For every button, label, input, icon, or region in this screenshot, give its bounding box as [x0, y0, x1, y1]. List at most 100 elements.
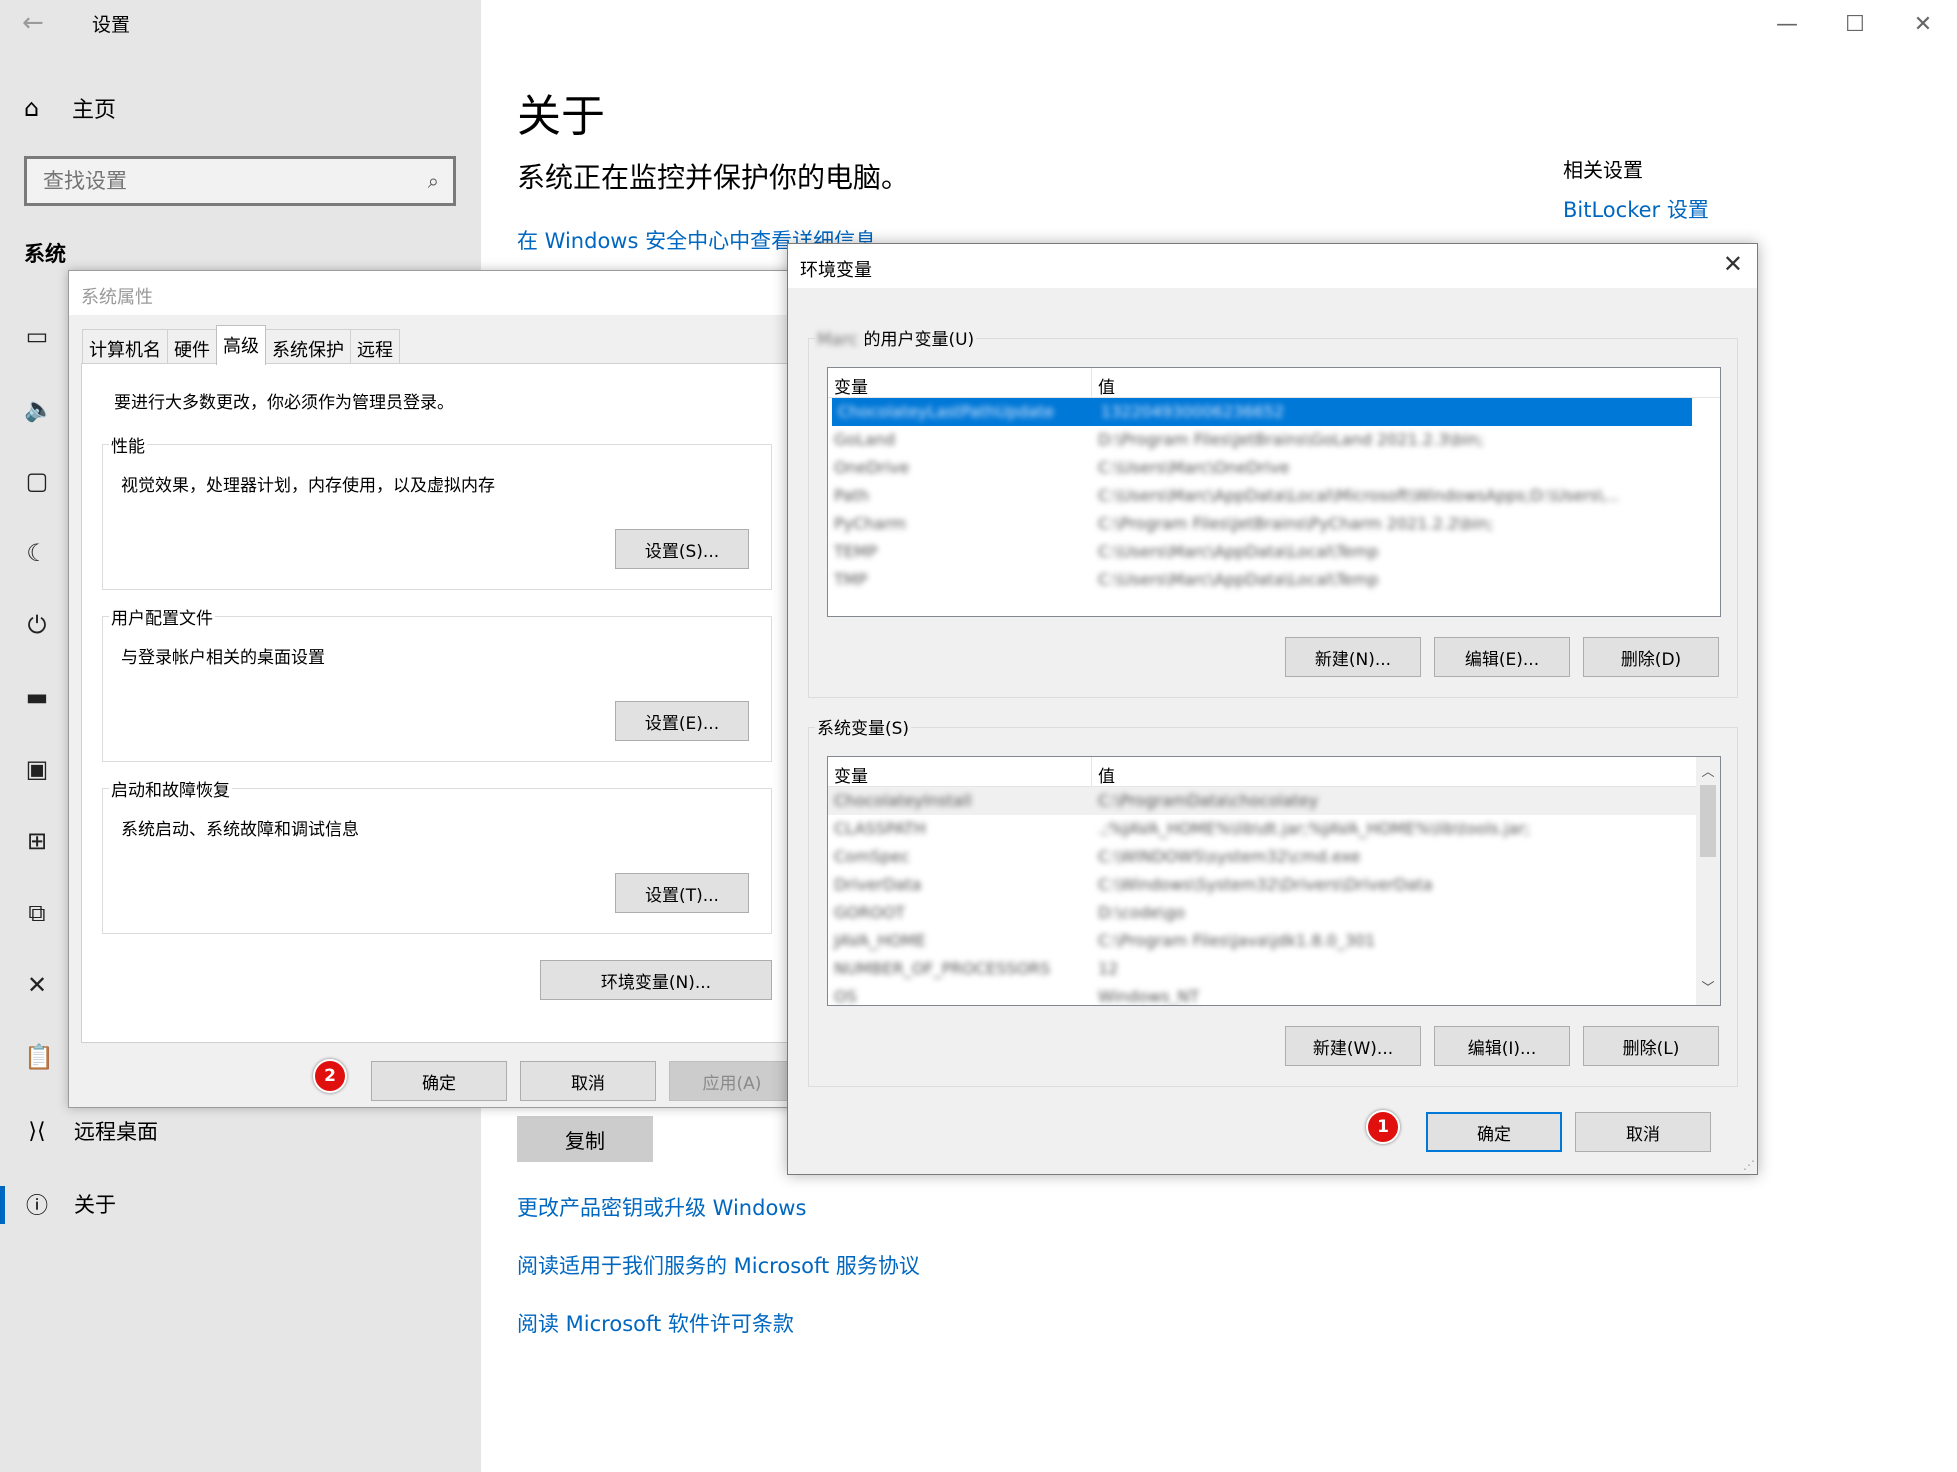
system-vars-scrollbar[interactable]: ︿ ﹀ — [1696, 757, 1720, 1005]
var-value: C:\WINDOWS\system32\cmd.exe — [1098, 847, 1361, 866]
col-value[interactable]: 值 — [1092, 757, 1121, 787]
list-item[interactable]: Path C:\Users\Marc\AppData\Local\Microsof… — [828, 482, 1720, 510]
search-input[interactable] — [41, 168, 428, 194]
clipboard-icon[interactable]: 📋 — [24, 1044, 54, 1070]
copy-button[interactable]: 复制 — [517, 1116, 653, 1162]
remote-desktop-icon: ⟩⟨ — [28, 1118, 46, 1144]
scroll-down-icon[interactable]: ﹀ — [1696, 977, 1720, 1001]
performance-settings-button[interactable]: 设置(S)... — [615, 529, 749, 569]
sound-icon[interactable]: 🔈 — [24, 396, 54, 422]
list-item[interactable]: JAVA_HOME C:\Program Files\Java\jdk1.8.0_… — [828, 927, 1720, 955]
profiles-desc: 与登录帐户相关的桌面设置 — [121, 648, 325, 668]
shared-experiences-icon[interactable]: ✕ — [24, 972, 50, 998]
col-variable[interactable]: 变量 — [828, 757, 1092, 787]
var-name: OS — [834, 987, 857, 1006]
nav-remote-desktop[interactable]: ⟩⟨ 远程桌面 — [24, 1116, 158, 1146]
close-button[interactable]: ✕ — [1889, 12, 1957, 37]
list-item[interactable]: PyCharm C:\Program Files\JetBrains\PyChar… — [828, 510, 1720, 538]
multitasking-icon[interactable]: ⊞ — [24, 828, 50, 854]
minimize-button[interactable]: — — [1753, 12, 1821, 37]
list-item[interactable]: GoLand D:\Program Files\JetBrains\GoLand … — [828, 426, 1720, 454]
col-value[interactable]: 值 — [1092, 368, 1121, 398]
var-value: C:\Program Files\JetBrains\PyCharm 2021.… — [1098, 514, 1494, 533]
envdlg-ok-button[interactable]: 确定 — [1426, 1112, 1562, 1152]
back-arrow-icon[interactable]: ← — [22, 8, 44, 38]
tab-advanced[interactable]: 高级 — [216, 325, 266, 365]
var-value: C:\Windows\System32\Drivers\DriverData — [1098, 875, 1433, 894]
environment-variables-button[interactable]: 环境变量(N)... — [540, 960, 772, 1000]
profiles-settings-button[interactable]: 设置(E)... — [615, 701, 749, 741]
list-item[interactable]: ChocolateyInstall C:\ProgramData\chocolat… — [828, 787, 1720, 815]
advanced-panel: 要进行大多数更改，你必须作为管理员登录。 性能 视觉效果，处理器计划，内存使用，… — [81, 363, 799, 1043]
var-name: Path — [834, 486, 870, 505]
var-name: GoLand — [834, 430, 896, 449]
list-item[interactable]: DriverData C:\Windows\System32\Drivers\Dr… — [828, 871, 1720, 899]
list-item[interactable]: CLASSPATH .;%JAVA_HOME%\lib\dt.jar;%JAVA_… — [828, 815, 1720, 843]
startup-settings-button[interactable]: 设置(T)... — [615, 873, 749, 913]
tablet-icon[interactable]: ▣ — [24, 756, 50, 782]
performance-legend: 性能 — [109, 432, 147, 457]
active-indicator — [0, 1186, 5, 1224]
sysprop-apply-button[interactable]: 应用(A) — [669, 1061, 795, 1101]
user-delete-button[interactable]: 删除(D) — [1583, 637, 1719, 677]
sysprop-title: 系统属性 — [69, 271, 797, 315]
change-product-key-link[interactable]: 更改产品密钥或升级 Windows — [517, 1192, 806, 1222]
page-title: 关于 — [517, 91, 605, 142]
info-icon: ⓘ — [25, 1194, 48, 1219]
user-vars-list[interactable]: 变量 值 ChocolateyLastPathUpdate 13220493000… — [827, 367, 1721, 617]
scroll-thumb[interactable] — [1700, 785, 1716, 857]
list-item[interactable]: TMP C:\Users\Marc\AppData\Local\Temp — [828, 566, 1720, 594]
search-icon[interactable]: ⌕ — [428, 169, 439, 193]
power-icon[interactable]: ⏻ — [24, 612, 50, 638]
close-icon[interactable]: ✕ — [1723, 250, 1743, 278]
list-item[interactable]: OS Windows_NT — [828, 983, 1720, 1006]
search-box[interactable]: ⌕ — [24, 156, 456, 206]
scroll-up-icon[interactable]: ︿ — [1696, 761, 1720, 785]
tab-system-protection[interactable]: 系统保护 — [265, 329, 351, 363]
user-vars-legend-text: 的用户变量(U) — [863, 330, 975, 350]
profiles-group: 用户配置文件 与登录帐户相关的桌面设置 设置(E)... — [102, 604, 772, 762]
user-new-button[interactable]: 新建(N)... — [1285, 637, 1421, 677]
var-value: 132204930006236652 — [1100, 402, 1285, 421]
storage-icon[interactable]: ▬ — [24, 684, 50, 710]
tab-computer-name[interactable]: 计算机名 — [82, 329, 168, 363]
system-new-button[interactable]: 新建(W)... — [1285, 1026, 1421, 1066]
var-name: TMP — [834, 570, 868, 589]
license-terms-link[interactable]: 阅读 Microsoft 软件许可条款 — [517, 1308, 794, 1338]
tab-hardware[interactable]: 硬件 — [167, 329, 217, 363]
envdlg-cancel-button[interactable]: 取消 — [1575, 1112, 1711, 1152]
tab-remote[interactable]: 远程 — [350, 329, 400, 363]
col-variable[interactable]: 变量 — [828, 368, 1092, 398]
bitlocker-link[interactable]: BitLocker 设置 — [1563, 194, 1709, 224]
list-item[interactable]: NUMBER_OF_PROCESSORS 12 — [828, 955, 1720, 983]
resize-grip-icon[interactable]: ⋰ — [1743, 1158, 1755, 1172]
system-delete-button[interactable]: 删除(L) — [1583, 1026, 1719, 1066]
list-item[interactable]: OneDrive C:\Users\Marc\OneDrive — [828, 454, 1720, 482]
sysprop-ok-button[interactable]: 确定 — [371, 1061, 507, 1101]
user-edit-button[interactable]: 编辑(E)... — [1434, 637, 1570, 677]
list-item[interactable]: ChocolateyLastPathUpdate 1322049300062366… — [832, 398, 1692, 426]
nav-home[interactable]: ⌂ 主页 — [24, 92, 116, 124]
nav-about-label: 关于 — [74, 1193, 116, 1217]
startup-desc: 系统启动、系统故障和调试信息 — [121, 820, 359, 840]
sysprop-cancel-button[interactable]: 取消 — [520, 1061, 656, 1101]
nav-about[interactable]: ⓘ 关于 — [24, 1188, 116, 1220]
var-value: C:\Users\Marc\OneDrive — [1098, 458, 1290, 477]
var-value: C:\Users\Marc\AppData\Local\Microsoft\Wi… — [1098, 486, 1620, 505]
projecting-icon[interactable]: ⧉ — [24, 900, 50, 926]
system-edit-button[interactable]: 编辑(I)... — [1434, 1026, 1570, 1066]
var-name: ComSpec — [834, 847, 910, 866]
focus-assist-icon[interactable]: ☾ — [24, 540, 50, 566]
list-item[interactable]: GOROOT D:\code\go — [828, 899, 1720, 927]
system-vars-list[interactable]: 变量 值 ChocolateyInstall C:\ProgramData\cho… — [827, 756, 1721, 1006]
list-item[interactable]: TEMP C:\Users\Marc\AppData\Local\Temp — [828, 538, 1720, 566]
var-name: GOROOT — [834, 903, 906, 922]
user-name: Marc — [817, 330, 859, 350]
user-vars-legend: Marc 的用户变量(U) — [815, 325, 977, 350]
user-vars-header: 变量 值 — [828, 368, 1720, 398]
display-icon[interactable]: ▭ — [24, 323, 50, 349]
maximize-button[interactable]: ☐ — [1821, 12, 1889, 37]
notifications-icon[interactable]: ▢ — [24, 468, 50, 494]
services-agreement-link[interactable]: 阅读适用于我们服务的 Microsoft 服务协议 — [517, 1250, 920, 1280]
list-item[interactable]: ComSpec C:\WINDOWS\system32\cmd.exe — [828, 843, 1720, 871]
